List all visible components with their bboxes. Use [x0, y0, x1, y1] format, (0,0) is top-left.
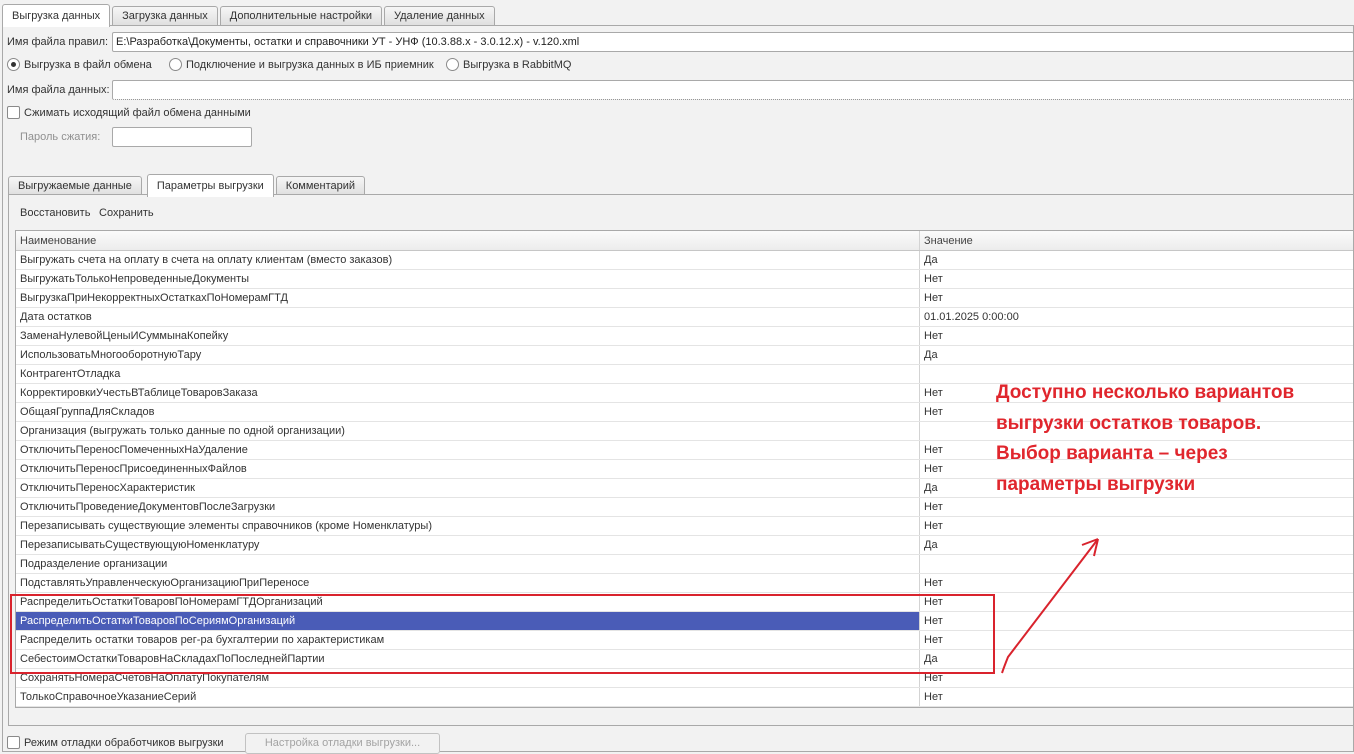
table-row[interactable]: ЗаменаНулевойЦеныИСуммынаКопейку Нет — [16, 327, 1353, 346]
tab-comment[interactable]: Комментарий — [275, 176, 366, 196]
parameter-name-cell: ВыгружатьТолькоНепроведенныеДокументы — [16, 270, 920, 288]
table-row[interactable]: ПодставлятьУправленческуюОрганизациюПриП… — [16, 574, 1353, 593]
parameter-name-cell: Организация (выгружать только данные по … — [16, 422, 920, 440]
rules-file-input[interactable]: E:\Разработка\Документы, остатки и справ… — [112, 32, 1354, 52]
parameter-value-cell[interactable]: Да — [920, 251, 1353, 269]
table-row[interactable]: ОтключитьПроведениеДокументовПослеЗагруз… — [16, 498, 1353, 517]
parameter-value-cell[interactable]: Нет — [920, 289, 1353, 307]
password-input[interactable] — [112, 127, 252, 147]
table-row[interactable]: ВыгрузкаПриНекорректныхОстаткахПоНомерам… — [16, 289, 1353, 308]
radio-export-to-file[interactable]: Выгрузка в файл обмена — [7, 58, 152, 71]
parameter-value-cell[interactable]: 01.01.2025 0:00:00 — [920, 308, 1353, 326]
table-row[interactable]: Перезаписывать существующие элементы спр… — [16, 517, 1353, 536]
annotation-arrow-icon — [1001, 538, 1099, 674]
data-file-label: Имя файла данных: — [7, 84, 110, 96]
tab-export-parameters[interactable]: Параметры выгрузки — [146, 174, 274, 197]
parameter-name-cell: Перезаписывать существующие элементы спр… — [16, 517, 920, 535]
parameter-value-cell[interactable] — [920, 555, 1353, 573]
table-header: Наименование Значение — [16, 231, 1353, 251]
data-file-input[interactable] — [112, 80, 1354, 100]
parameter-name-cell: Выгружать счета на оплату в счета на опл… — [16, 251, 920, 269]
parameter-value-cell[interactable]: Нет — [920, 574, 1353, 592]
radio-empty-icon — [169, 58, 182, 71]
parameter-name-cell: ОтключитьПереносПомеченныхНаУдаление — [16, 441, 920, 459]
parameter-name-cell: Подразделение организации — [16, 555, 920, 573]
parameter-value-cell[interactable]: Нет — [920, 498, 1353, 516]
radio-export-rabbitmq[interactable]: Выгрузка в RabbitMQ — [446, 58, 571, 71]
table-row[interactable]: Дата остатков 01.01.2025 0:00:00 — [16, 308, 1353, 327]
parameter-value-cell[interactable]: Нет — [920, 270, 1353, 288]
table-row[interactable]: ВыгружатьТолькоНепроведенныеДокументы Нет — [16, 270, 1353, 289]
password-label: Пароль сжатия: — [20, 131, 101, 143]
highlight-rectangle — [10, 594, 995, 674]
compress-label: Сжимать исходящий файл обмена данными — [24, 106, 251, 119]
rules-file-label: Имя файла правил: — [7, 36, 109, 48]
tab-export[interactable]: Выгрузка данных — [2, 4, 111, 27]
parameter-name-cell: ИспользоватьМногооборотнуюТару — [16, 346, 920, 364]
parameter-name-cell: ТолькоСправочноеУказаниеСерий — [16, 688, 920, 706]
parameter-name-cell: ОтключитьПереносПрисоединенныхФайлов — [16, 460, 920, 478]
inner-tab-bar: Выгружаемые данные Параметры выгрузки Ко… — [8, 174, 366, 197]
parameter-name-cell: ПерезаписыватьСуществующуюНоменклатуру — [16, 536, 920, 554]
radio-connect-and-export-label: Подключение и выгрузка данных в ИБ прием… — [186, 58, 434, 71]
tab-import[interactable]: Загрузка данных — [112, 6, 218, 26]
parameter-value-cell[interactable]: Нет — [920, 327, 1353, 345]
radio-export-rabbitmq-label: Выгрузка в RabbitMQ — [463, 58, 572, 71]
checkbox-icon — [7, 106, 20, 119]
table-row[interactable]: ПерезаписыватьСуществующуюНоменклатуру Да — [16, 536, 1353, 555]
checkbox-icon — [7, 736, 20, 749]
parameter-name-cell: КонтрагентОтладка — [16, 365, 920, 383]
parameter-value-cell[interactable]: Да — [920, 536, 1353, 554]
parameter-name-cell: ОбщаяГруппаДляСкладов — [16, 403, 920, 421]
parameter-value-cell[interactable]: Нет — [920, 688, 1353, 706]
table-row[interactable]: ИспользоватьМногооборотнуюТару Да — [16, 346, 1353, 365]
parameter-name-cell: ОтключитьПереносХарактеристик — [16, 479, 920, 497]
parameter-name-cell: ОтключитьПроведениеДокументовПослеЗагруз… — [16, 498, 920, 516]
radio-selected-icon — [7, 58, 20, 71]
column-header-name[interactable]: Наименование — [16, 231, 920, 250]
table-row[interactable]: Выгружать счета на оплату в счета на опл… — [16, 251, 1353, 270]
parameter-value-cell[interactable]: Да — [920, 346, 1353, 364]
save-button[interactable]: Сохранить — [99, 207, 154, 219]
table-row[interactable]: Подразделение организации — [16, 555, 1353, 574]
top-tab-bar: Выгрузка данных Загрузка данных Дополнит… — [2, 4, 495, 27]
debug-mode-label: Режим отладки обработчиков выгрузки — [24, 736, 224, 749]
parameter-name-cell: ПодставлятьУправленческуюОрганизациюПриП… — [16, 574, 920, 592]
radio-connect-and-export[interactable]: Подключение и выгрузка данных в ИБ прием… — [169, 58, 434, 71]
parameter-name-cell: Дата остатков — [16, 308, 920, 326]
parameter-name-cell: ВыгрузкаПриНекорректныхОстаткахПоНомерам… — [16, 289, 920, 307]
annotation-text: Доступно несколько вариантов выгрузки ос… — [996, 382, 1295, 495]
radio-export-to-file-label: Выгрузка в файл обмена — [24, 58, 152, 71]
compress-checkbox[interactable]: Сжимать исходящий файл обмена данными — [7, 106, 251, 119]
debug-settings-button[interactable]: Настройка отладки выгрузки... — [245, 733, 440, 754]
tab-exported-data[interactable]: Выгружаемые данные — [8, 176, 142, 196]
table-row[interactable]: ТолькоСправочноеУказаниеСерий Нет — [16, 688, 1353, 707]
parameter-value-cell[interactable]: Нет — [920, 517, 1353, 535]
column-header-value[interactable]: Значение — [920, 231, 1353, 250]
restore-button[interactable]: Восстановить — [20, 207, 90, 219]
debug-mode-checkbox[interactable]: Режим отладки обработчиков выгрузки — [7, 736, 224, 749]
radio-empty-icon — [446, 58, 459, 71]
parameter-name-cell: ЗаменаНулевойЦеныИСуммынаКопейку — [16, 327, 920, 345]
parameter-name-cell: КорректировкиУчестьВТаблицеТоваровЗаказа — [16, 384, 920, 402]
tab-delete-data[interactable]: Удаление данных — [383, 6, 495, 26]
tab-additional-settings[interactable]: Дополнительные настройки — [219, 6, 382, 26]
